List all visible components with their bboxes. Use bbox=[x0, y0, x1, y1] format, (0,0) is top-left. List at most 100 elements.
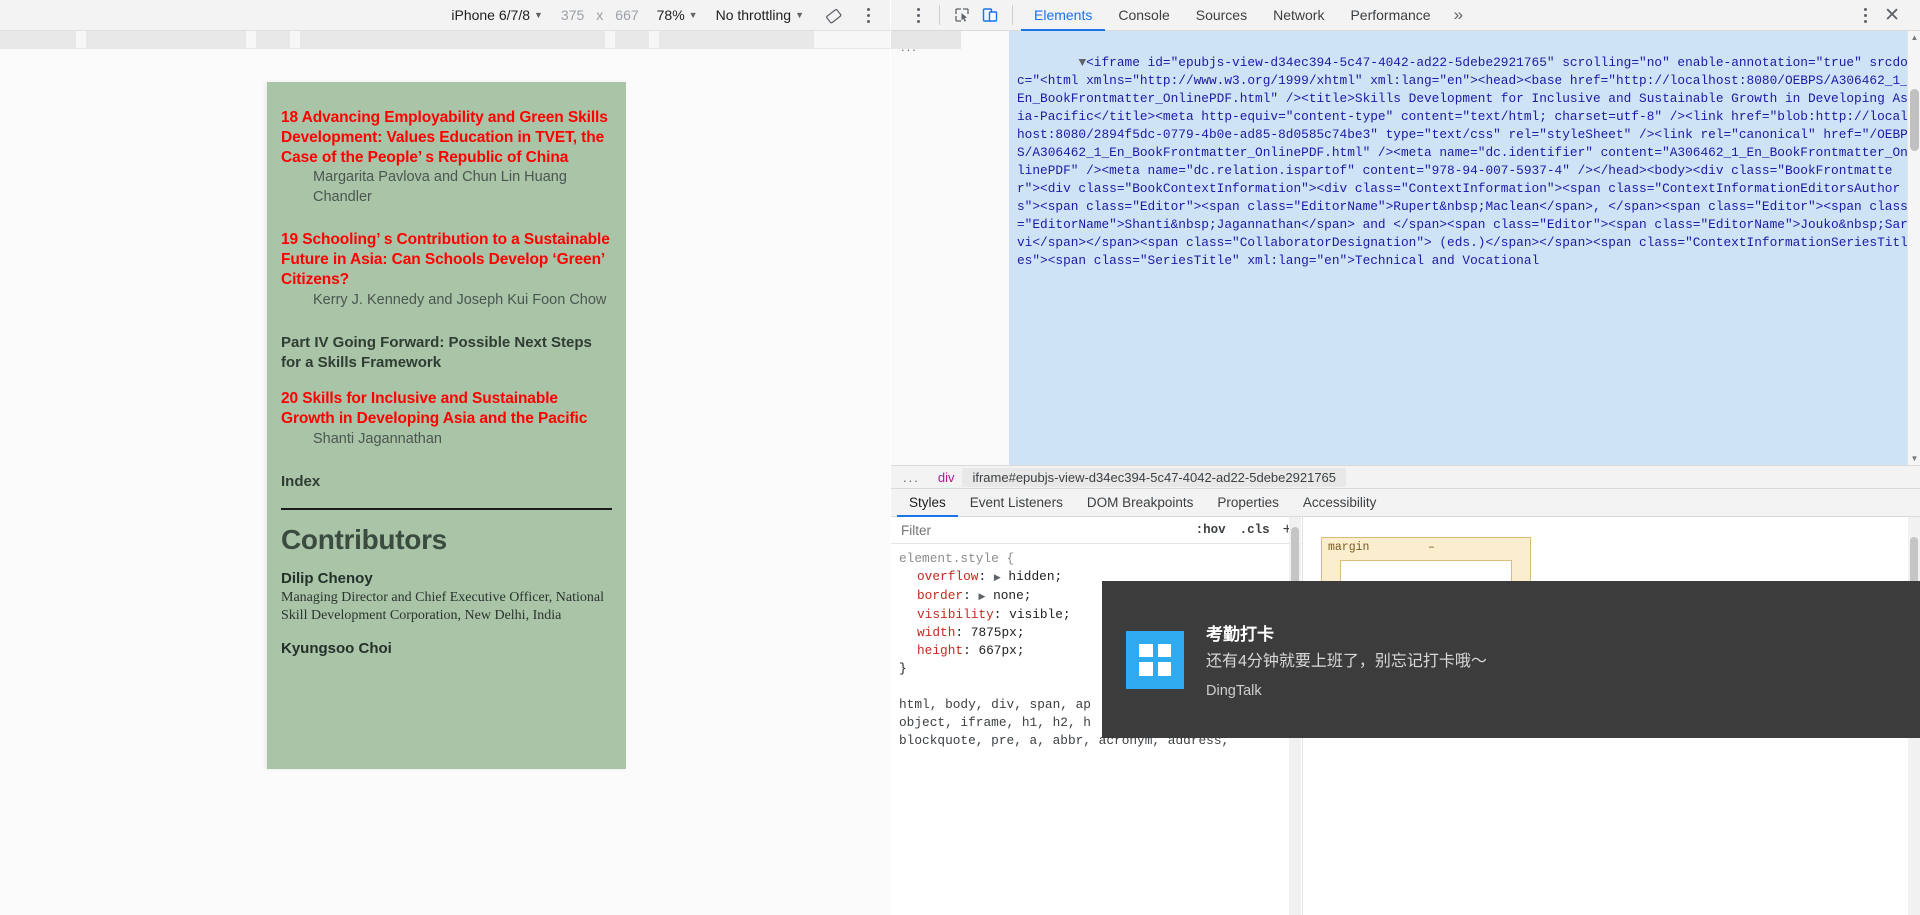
contributor-item: Kyungsoo Choi bbox=[281, 640, 612, 657]
dom-collapsed-ellipsis[interactable]: ... bbox=[901, 39, 918, 54]
viewport-height-input[interactable]: 667 bbox=[615, 7, 638, 23]
box-model-margin-value[interactable]: – bbox=[1428, 541, 1435, 554]
toc-entry[interactable]: 20 Skills for Inclusive and Sustainable … bbox=[281, 389, 612, 449]
breadcrumb-item-div[interactable]: div bbox=[930, 470, 963, 485]
css-rule-header: element.style { bbox=[899, 550, 1302, 568]
tab-sources[interactable]: Sources bbox=[1183, 0, 1260, 31]
css-property-value[interactable]: 667px bbox=[978, 643, 1016, 658]
breadcrumb-overflow-ellipsis[interactable]: ... bbox=[891, 470, 930, 485]
rotate-device-icon[interactable] bbox=[822, 4, 844, 26]
css-open-brace: { bbox=[1006, 551, 1015, 566]
css-selector[interactable]: element.style bbox=[899, 551, 999, 566]
scroll-down-arrow-icon[interactable]: ▼ bbox=[1908, 452, 1920, 465]
toggle-device-toolbar-icon[interactable] bbox=[976, 3, 1004, 27]
css-property-value[interactable]: 7875px bbox=[971, 625, 1017, 640]
devtools-tabbar-right: ✕ bbox=[1838, 4, 1920, 27]
throttling-label: No throttling bbox=[715, 7, 792, 23]
devtools-more-options-icon[interactable] bbox=[905, 7, 931, 23]
notification-title: 考勤打卡 bbox=[1206, 625, 1274, 645]
book-content-page: 18 Advancing Employability and Green Ski… bbox=[267, 82, 626, 769]
device-toolbar-more-options-icon[interactable] bbox=[858, 4, 878, 26]
chevron-down-icon: ▼ bbox=[688, 9, 698, 20]
toc-index-label: Index bbox=[281, 473, 321, 491]
notification-app-name: DingTalk bbox=[1206, 682, 1262, 699]
css-property-name[interactable]: visibility bbox=[917, 607, 994, 622]
contributor-description: Managing Director and Chief Executive Of… bbox=[281, 589, 605, 624]
toc-entry-authors: Margarita Pavlova and Chun Lin Huang Cha… bbox=[313, 169, 567, 205]
tab-styles[interactable]: Styles bbox=[897, 489, 958, 517]
toc-entry[interactable]: 18 Advancing Employability and Green Ski… bbox=[281, 108, 612, 207]
chevron-double-right-icon[interactable]: » bbox=[1444, 5, 1473, 25]
viewport-ruler bbox=[0, 31, 890, 49]
tab-elements[interactable]: Elements bbox=[1021, 0, 1105, 31]
toc-entry-title: 18 Advancing Employability and Green Ski… bbox=[281, 109, 608, 166]
expand-triangle-icon[interactable]: ▼ bbox=[1078, 55, 1086, 70]
tab-accessibility[interactable]: Accessibility bbox=[1291, 489, 1389, 517]
css-property-value[interactable]: none bbox=[993, 588, 1024, 603]
device-emulation-toolbar: iPhone 6/7/8 ▼ 375 x 667 78% ▼ No thrott… bbox=[0, 0, 890, 31]
viewport-width-input[interactable]: 375 bbox=[561, 7, 584, 23]
scroll-up-arrow-icon[interactable]: ▲ bbox=[1908, 31, 1920, 44]
styles-sidebar-tabbar: Styles Event Listeners DOM Breakpoints P… bbox=[891, 489, 1920, 517]
dimension-multiply-symbol: x bbox=[596, 7, 604, 23]
chevron-down-icon: ▼ bbox=[795, 9, 804, 20]
breadcrumb[interactable]: ... div iframe#epubjs-view-d34ec394-5c47… bbox=[891, 465, 1920, 489]
dom-markup-text: <iframe id="epubjs-view-d34ec394-5c47-40… bbox=[1017, 55, 1908, 268]
toc-entry-title: 19 Schooling’ s Contribution to a Sustai… bbox=[281, 231, 610, 288]
toc-entry-authors: Kerry J. Kennedy and Joseph Kui Foon Cho… bbox=[313, 291, 607, 308]
viewport-dimensions: 375 x 667 bbox=[561, 7, 639, 23]
devtools-tabbar: Elements Console Sources Network Perform… bbox=[891, 0, 1920, 31]
device-selector[interactable]: iPhone 6/7/8 ▼ bbox=[451, 7, 543, 23]
css-property-value[interactable]: visible bbox=[1009, 607, 1063, 622]
breadcrumb-item-selected[interactable]: iframe#epubjs-view-d34ec394-5c47-4042-ad… bbox=[962, 467, 1347, 487]
css-property-name[interactable]: border bbox=[917, 588, 963, 603]
element-classes-button[interactable]: .cls bbox=[1233, 523, 1277, 537]
dingtalk-notification-toast[interactable]: 考勤打卡 还有4分钟就要上班了，别忘记打卡哦～ DingTalk bbox=[1102, 581, 1920, 738]
notification-text-block: 考勤打卡 还有4分钟就要上班了，别忘记打卡哦～ DingTalk bbox=[1206, 620, 1487, 698]
box-model-margin-label: margin bbox=[1328, 541, 1370, 554]
divider bbox=[939, 5, 940, 25]
tab-performance[interactable]: Performance bbox=[1337, 0, 1443, 31]
emulated-page-canvas: 18 Advancing Employability and Green Ski… bbox=[0, 49, 890, 915]
expand-triangle-icon[interactable]: ▶ bbox=[994, 573, 1001, 583]
toc-entry[interactable]: 19 Schooling’ s Contribution to a Sustai… bbox=[281, 230, 612, 310]
devtools-panel: Elements Console Sources Network Perform… bbox=[891, 0, 1920, 915]
toc-part-heading: Part IV Going Forward: Possible Next Ste… bbox=[281, 334, 592, 371]
dom-tree-gutter: ... bbox=[891, 31, 1009, 465]
section-divider bbox=[281, 507, 612, 510]
scrollbar-thumb[interactable] bbox=[1910, 89, 1919, 151]
css-property-name[interactable]: overflow bbox=[917, 569, 978, 584]
toc-entry-title: 20 Skills for Inclusive and Sustainable … bbox=[281, 390, 588, 428]
tab-event-listeners[interactable]: Event Listeners bbox=[958, 489, 1075, 517]
devtools-settings-icon[interactable] bbox=[1852, 7, 1878, 23]
inspect-element-icon[interactable] bbox=[948, 3, 976, 27]
css-property-value[interactable]: hidden bbox=[1008, 569, 1054, 584]
tab-network[interactable]: Network bbox=[1260, 0, 1337, 31]
tab-properties[interactable]: Properties bbox=[1205, 489, 1291, 517]
dom-tree-pane[interactable]: ... ▼<iframe id="epubjs-view-d34ec394-5c… bbox=[891, 31, 1920, 465]
dom-selected-node-markup[interactable]: ▼<iframe id="epubjs-view-d34ec394-5c47-4… bbox=[1009, 31, 1920, 465]
device-selector-label: iPhone 6/7/8 bbox=[451, 7, 530, 23]
contributors-heading: Contributors bbox=[281, 523, 447, 555]
throttling-selector[interactable]: No throttling ▼ bbox=[716, 7, 804, 23]
expand-triangle-icon[interactable]: ▶ bbox=[978, 592, 985, 602]
dom-tree-scrollbar[interactable]: ▲ ▼ bbox=[1907, 31, 1920, 465]
close-icon[interactable]: ✕ bbox=[1878, 4, 1912, 27]
zoom-level-label: 78% bbox=[656, 7, 685, 23]
device-emulation-pane: iPhone 6/7/8 ▼ 375 x 667 78% ▼ No thrott… bbox=[0, 0, 890, 915]
contributor-name: Kyungsoo Choi bbox=[281, 640, 392, 658]
zoom-selector[interactable]: 78% ▼ bbox=[657, 7, 698, 23]
toc-entry-authors: Shanti Jagannathan bbox=[313, 430, 442, 447]
chevron-down-icon: ▼ bbox=[534, 9, 543, 20]
css-property-name[interactable]: height bbox=[917, 643, 963, 658]
styles-filter-input[interactable] bbox=[891, 522, 1189, 538]
css-property-name[interactable]: width bbox=[917, 625, 955, 640]
force-state-hov-button[interactable]: :hov bbox=[1189, 523, 1233, 537]
tab-console[interactable]: Console bbox=[1105, 0, 1182, 31]
tab-dom-breakpoints[interactable]: DOM Breakpoints bbox=[1075, 489, 1206, 517]
dingtalk-grid-icon bbox=[1126, 630, 1184, 689]
contributor-item: Dilip Chenoy Managing Director and Chief… bbox=[281, 570, 612, 626]
